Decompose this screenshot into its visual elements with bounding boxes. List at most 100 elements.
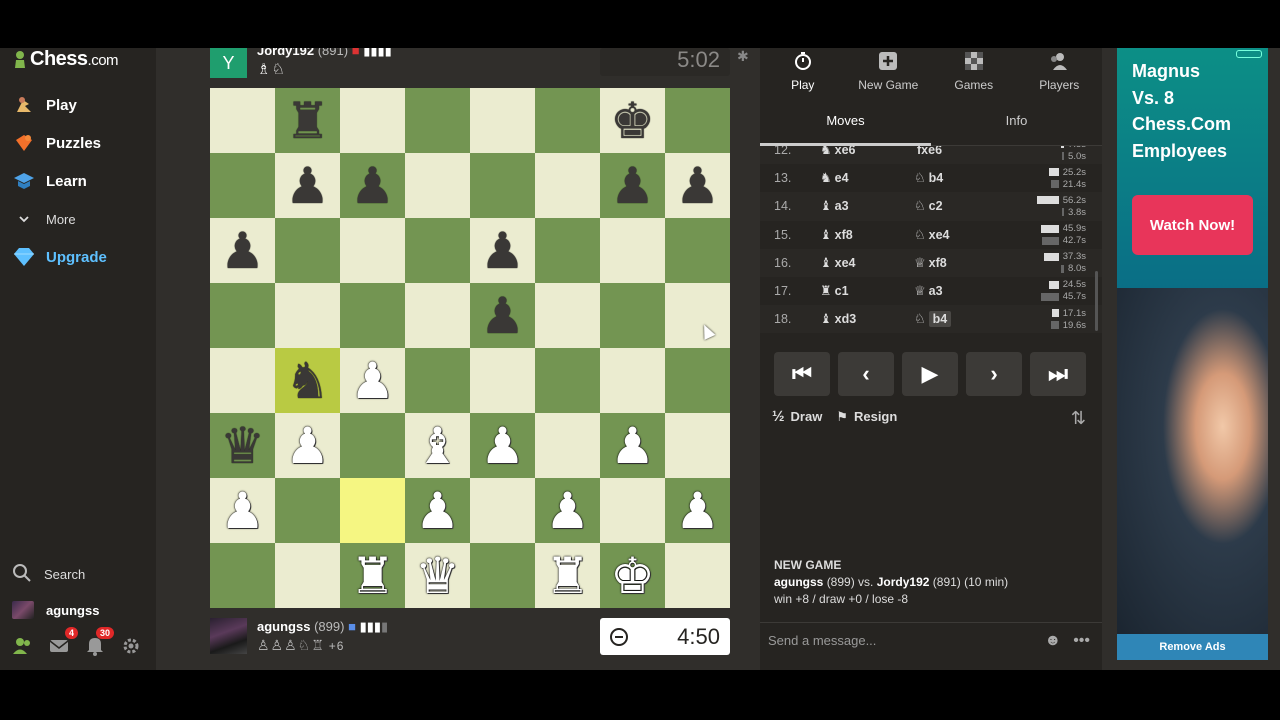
board-square[interactable]: ♟ — [600, 153, 665, 218]
board-square[interactable] — [600, 283, 665, 348]
prev-move-button[interactable]: ‹ — [838, 352, 894, 396]
black-queen-icon[interactable]: ♛ — [220, 421, 265, 471]
board-square[interactable]: ♛ — [210, 413, 275, 478]
black-pawn-icon[interactable]: ♟ — [285, 161, 330, 211]
white-queen-icon[interactable]: ♛ — [415, 551, 460, 601]
board-square[interactable] — [210, 88, 275, 153]
tab-games[interactable]: Games — [931, 48, 1017, 96]
more-icon[interactable]: ••• — [1073, 632, 1090, 650]
board-square[interactable] — [600, 478, 665, 543]
board-square[interactable]: ♟ — [535, 478, 600, 543]
chess-board[interactable]: ♜ ♚ ♟ ♟ ♟ ♟ ♟ ♟ ♟ ♞ ♟ ♛ ♟ ♝ ♟ ♟ ♟ ♟ ♟ ♟ ♜ ♛ ♜ ♚ — [210, 88, 730, 608]
board-square[interactable]: ♟ — [340, 348, 405, 413]
board-square[interactable] — [665, 348, 730, 413]
board-square[interactable] — [405, 88, 470, 153]
white-king-icon[interactable]: ♚ — [610, 551, 655, 601]
board-square[interactable] — [405, 348, 470, 413]
board-square[interactable] — [470, 478, 535, 543]
board-square[interactable] — [535, 88, 600, 153]
next-move-button[interactable]: › — [966, 352, 1022, 396]
white-move[interactable]: ♝ xd3 — [820, 311, 914, 327]
white-move[interactable]: ♞ xe6 — [820, 146, 914, 158]
board-square[interactable]: ♟ — [470, 218, 535, 283]
board-square[interactable]: ♜ — [340, 543, 405, 608]
board-square[interactable]: ♚ — [600, 543, 665, 608]
black-king-icon[interactable]: ♚ — [610, 96, 655, 146]
board-square[interactable] — [405, 218, 470, 283]
avatar[interactable] — [210, 618, 247, 654]
board-square[interactable]: ♟ — [275, 413, 340, 478]
board-square[interactable] — [210, 348, 275, 413]
tab-info[interactable]: Info — [931, 96, 1102, 145]
board-square[interactable]: ♜ — [535, 543, 600, 608]
black-pawn-icon[interactable]: ♟ — [350, 161, 395, 211]
board-square[interactable] — [275, 218, 340, 283]
board-square[interactable]: ♟ — [405, 478, 470, 543]
black-rook-icon[interactable]: ♜ — [285, 96, 330, 146]
bell-icon[interactable]: 30 — [84, 627, 114, 657]
board-square[interactable]: ♞ — [275, 348, 340, 413]
watch-now-button[interactable]: Watch Now! — [1132, 195, 1253, 255]
white-move[interactable]: ♞ e4 — [820, 170, 914, 186]
tab-new-game[interactable]: New Game — [846, 48, 932, 96]
white-move[interactable]: ♝ xf8 — [820, 227, 914, 243]
black-move[interactable]: ♕ xf8 — [914, 255, 1014, 271]
first-move-button[interactable]: ⏮ — [774, 352, 830, 396]
board-square[interactable] — [535, 153, 600, 218]
white-pawn-icon[interactable]: ♟ — [350, 356, 395, 406]
sidebar-item-upgrade[interactable]: Upgrade — [0, 238, 156, 276]
board-square[interactable] — [600, 348, 665, 413]
board-square[interactable] — [535, 218, 600, 283]
board-square[interactable]: ♟ — [665, 153, 730, 218]
board-square[interactable]: ♟ — [210, 218, 275, 283]
ad-choices-icon[interactable] — [1236, 50, 1262, 58]
sidebar-user[interactable]: agungss — [0, 592, 156, 628]
tab-players[interactable]: Players — [1017, 48, 1103, 96]
board-square[interactable] — [405, 283, 470, 348]
self-name[interactable]: agungss (899) ■ ▮▮▮▮ — [257, 619, 388, 635]
white-bishop-icon[interactable]: ♝ — [415, 421, 460, 471]
black-move[interactable]: fxe6 — [914, 146, 1014, 157]
white-rook-icon[interactable]: ♜ — [350, 551, 395, 601]
message-input[interactable] — [768, 633, 1045, 648]
board-square[interactable] — [470, 543, 535, 608]
board-square[interactable] — [665, 413, 730, 478]
play-moves-button[interactable]: ▶ — [902, 352, 958, 396]
board-square[interactable] — [210, 283, 275, 348]
board-square[interactable] — [340, 413, 405, 478]
board-square[interactable] — [275, 543, 340, 608]
chess-com-logo[interactable]: Chess.com — [12, 48, 119, 71]
board-square[interactable]: ♚ — [600, 88, 665, 153]
board-square[interactable] — [470, 88, 535, 153]
board-square[interactable]: ♜ — [275, 88, 340, 153]
board-square[interactable] — [340, 478, 405, 543]
remove-ads-button[interactable]: Remove Ads — [1117, 634, 1268, 660]
white-move[interactable]: ♜ c1 — [820, 283, 914, 299]
board-square[interactable]: ♟ — [275, 153, 340, 218]
white-pawn-icon[interactable]: ♟ — [220, 486, 265, 536]
opponent-name[interactable]: Jordy192 (891) ■ ▮▮▮▮ — [257, 48, 392, 59]
black-move[interactable]: ♘ c2 — [914, 198, 1014, 214]
white-pawn-icon[interactable]: ♟ — [480, 421, 525, 471]
black-move[interactable]: ♘ b4 — [914, 311, 1014, 328]
board-square[interactable] — [275, 478, 340, 543]
last-move-button[interactable]: ⏭ — [1030, 352, 1086, 396]
flip-board-icon[interactable]: ⇅ — [1071, 408, 1086, 429]
board-square[interactable]: ♟ — [600, 413, 665, 478]
black-move[interactable]: ♘ b4 — [914, 170, 1014, 186]
board-square[interactable]: ♝ — [405, 413, 470, 478]
advertisement[interactable]: Magnus Vs. 8 Chess.Com Employees Watch N… — [1117, 48, 1268, 634]
board-square[interactable] — [340, 218, 405, 283]
board-square[interactable] — [210, 153, 275, 218]
board-square[interactable] — [665, 543, 730, 608]
black-knight-icon[interactable]: ♞ — [285, 356, 330, 406]
board-square[interactable] — [665, 88, 730, 153]
draw-button[interactable]: ½ Draw — [772, 408, 822, 425]
avatar[interactable]: Y — [210, 48, 247, 78]
board-square[interactable]: ♟ — [470, 283, 535, 348]
board-square[interactable]: ♟ — [210, 478, 275, 543]
board-square[interactable] — [665, 218, 730, 283]
board-square[interactable]: ♟ — [470, 413, 535, 478]
black-pawn-icon[interactable]: ♟ — [480, 226, 525, 276]
board-square[interactable] — [210, 543, 275, 608]
